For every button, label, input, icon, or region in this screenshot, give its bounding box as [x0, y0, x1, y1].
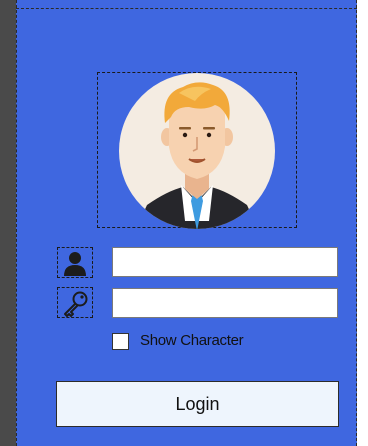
login-window: Show Character Login: [0, 0, 368, 446]
avatar-icon: [119, 73, 275, 229]
password-icon-box: [57, 287, 93, 318]
key-icon: [64, 291, 88, 317]
window-left-edge: [0, 0, 16, 446]
password-input[interactable]: [112, 288, 338, 318]
show-character-label[interactable]: Show Character: [140, 332, 244, 349]
panel-top-border: [16, 8, 357, 9]
show-character-checkbox[interactable]: [112, 333, 129, 350]
window-right-edge: [357, 0, 368, 446]
username-input[interactable]: [112, 247, 338, 277]
user-icon: [64, 252, 86, 276]
username-icon-box: [57, 247, 93, 278]
avatar-picture-box: [97, 72, 297, 229]
login-button[interactable]: Login: [56, 381, 339, 427]
